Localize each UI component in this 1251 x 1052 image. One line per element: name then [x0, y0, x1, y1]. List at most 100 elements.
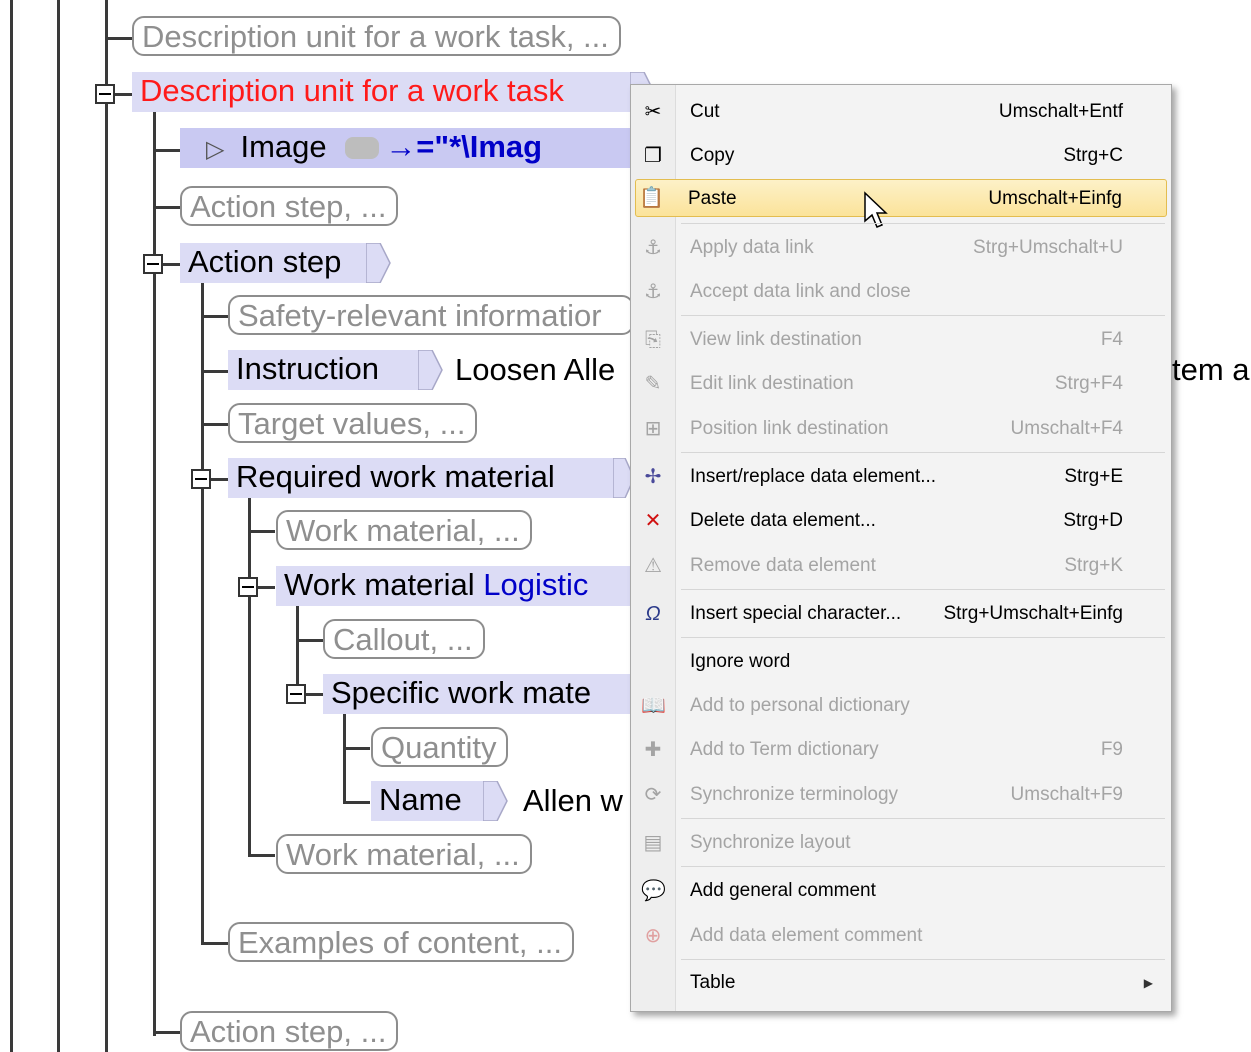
node-attribute: →="*\Imag — [385, 129, 543, 164]
view-link-icon: ⎘ — [645, 329, 661, 351]
node-link-text: Logistic — [483, 567, 589, 602]
omega-icon: Ω — [645, 603, 661, 625]
node-label: Description unit for a work task — [140, 73, 564, 108]
element-tail-icon — [483, 781, 508, 821]
mouse-cursor-icon — [864, 191, 888, 228]
tree-line — [153, 112, 156, 1036]
node-label: Safety-relevant informatior — [238, 298, 602, 333]
margin-bar — [10, 0, 13, 1052]
submenu-arrow-icon: ▶ — [1143, 976, 1153, 990]
menu-separator — [681, 223, 1165, 224]
node-image[interactable]: ▷ Image →="*\Imag — [180, 128, 635, 168]
menu-item-add-term-dictionary[interactable]: ✚ Add to Term dictionary F9 — [635, 731, 1167, 769]
menu-item-delete-element[interactable]: ✕ Delete data element... Strg+D — [635, 502, 1167, 540]
node-action-step[interactable]: Action step — [180, 243, 366, 283]
collapse-toggle-icon[interactable] — [286, 684, 306, 704]
menu-item-label: View link destination — [690, 329, 862, 350]
menu-item-label: Accept data link and close — [690, 281, 911, 302]
placeholder-quantity[interactable]: Quantity — [371, 727, 509, 767]
menu-separator — [681, 589, 1165, 590]
menu-item-add-personal-dictionary[interactable]: 📖 Add to personal dictionary — [635, 687, 1167, 725]
placeholder-work-material[interactable]: Work material, ... — [276, 834, 532, 874]
menu-item-paste[interactable]: 📋 Paste Umschalt+Einfg — [635, 179, 1167, 217]
placeholder-action-step[interactable]: Action step, ... — [180, 1011, 399, 1051]
term-dictionary-icon: ✚ — [644, 739, 662, 761]
menu-item-label: Ignore word — [690, 651, 791, 672]
placeholder-callout[interactable]: Callout, ... — [323, 619, 485, 659]
menu-item-label: Add to personal dictionary — [690, 695, 910, 716]
menu-item-add-element-comment[interactable]: ⊕ Add data element comment — [635, 917, 1167, 955]
menu-item-sync-layout[interactable]: ▤ Synchronize layout — [635, 824, 1167, 862]
node-description-unit[interactable]: Description unit for a work task — [132, 72, 630, 112]
menu-item-sync-terminology[interactable]: ⟳ Synchronize terminology Umschalt+F9 — [635, 776, 1167, 814]
node-instruction[interactable]: Instruction — [228, 350, 418, 390]
name-text[interactable]: Allen w — [523, 781, 623, 821]
node-work-material[interactable]: Work material Logistic — [276, 566, 634, 606]
menu-item-accept-data-link[interactable]: ⚓ Accept data link and close — [635, 273, 1167, 311]
menu-item-edit-link[interactable]: ✎ Edit link destination Strg+F4 — [635, 365, 1167, 403]
instruction-text-continued[interactable]: tem a — [1172, 350, 1250, 390]
tree-line — [201, 315, 228, 318]
general-comment-icon: 💬 — [641, 880, 666, 902]
placeholder-safety-information[interactable]: Safety-relevant informatior — [228, 295, 634, 335]
placeholder-work-material[interactable]: Work material, ... — [276, 510, 532, 550]
menu-item-shortcut: Strg+K — [1064, 555, 1123, 576]
data-link-close-icon: ⚓ — [644, 281, 662, 303]
menu-item-label: Delete data element... — [690, 510, 876, 531]
menu-item-remove-element[interactable]: ⚠ Remove data element Strg+K — [635, 547, 1167, 585]
data-link-icon: ⚓ — [644, 237, 662, 259]
menu-item-label: Apply data link — [690, 237, 814, 258]
menu-item-ignore-word[interactable]: Ignore word — [635, 643, 1167, 681]
menu-separator — [681, 866, 1165, 867]
menu-item-table[interactable]: Table ▶ — [635, 964, 1167, 1002]
collapse-toggle-icon[interactable] — [191, 469, 211, 489]
menu-item-label: Copy — [690, 145, 735, 166]
node-required-work-material[interactable]: Required work material — [228, 458, 613, 498]
context-menu: ✂ Cut Umschalt+Entf ❐ Copy Strg+C 📋 Past… — [630, 84, 1172, 1012]
remove-element-icon: ⚠ — [644, 555, 662, 577]
node-label: Image — [240, 129, 327, 164]
menu-item-label: Insert special character... — [690, 603, 902, 624]
tree-line — [343, 801, 370, 804]
menu-item-shortcut: Strg+C — [1063, 145, 1123, 166]
collapse-toggle-icon[interactable] — [143, 254, 163, 274]
placeholder-description-unit[interactable]: Description unit for a work task, ... — [132, 16, 621, 56]
menu-item-copy[interactable]: ❐ Copy Strg+C — [635, 137, 1167, 175]
menu-item-label: Add general comment — [690, 880, 876, 901]
menu-item-position-link[interactable]: ⊞ Position link destination Umschalt+F4 — [635, 410, 1167, 448]
instruction-text[interactable]: Loosen Alle — [455, 350, 615, 390]
menu-item-shortcut: Strg+F4 — [1054, 373, 1123, 394]
menu-item-label: Synchronize terminology — [690, 784, 899, 805]
menu-item-insert-element[interactable]: ✢ Insert/replace data element... Strg+E — [635, 458, 1167, 496]
tree-line — [153, 206, 180, 209]
node-name[interactable]: Name — [371, 781, 483, 821]
menu-item-label: Paste — [688, 188, 737, 209]
tree-line — [153, 1031, 180, 1034]
copy-icon: ❐ — [644, 145, 662, 167]
node-label: Description unit for a work task, ... — [142, 19, 609, 54]
sync-layout-icon: ▤ — [643, 832, 663, 854]
element-tail-icon — [366, 243, 391, 283]
node-specific-work-material[interactable]: Specific work mate — [323, 674, 634, 714]
menu-item-label: Add data element comment — [690, 925, 923, 946]
node-label: Examples of content, ... — [238, 925, 562, 960]
position-link-icon: ⊞ — [644, 418, 662, 440]
menu-item-cut[interactable]: ✂ Cut Umschalt+Entf — [635, 93, 1167, 131]
paste-icon: 📋 — [639, 187, 664, 209]
tree-line — [201, 423, 228, 426]
menu-item-apply-data-link[interactable]: ⚓ Apply data link Strg+Umschalt+U — [635, 229, 1167, 267]
link-chain-icon — [345, 137, 380, 159]
menu-separator — [681, 315, 1165, 316]
menu-item-insert-special-character[interactable]: Ω Insert special character... Strg+Umsch… — [635, 595, 1167, 633]
menu-item-add-general-comment[interactable]: 💬 Add general comment — [635, 872, 1167, 910]
placeholder-examples-of-content[interactable]: Examples of content, ... — [228, 922, 574, 962]
menu-separator — [681, 959, 1165, 960]
placeholder-target-values[interactable]: Target values, ... — [228, 403, 478, 443]
menu-item-view-link[interactable]: ⎘ View link destination F4 — [635, 321, 1167, 359]
menu-item-label: Edit link destination — [690, 373, 854, 394]
collapse-toggle-icon[interactable] — [95, 84, 115, 104]
collapse-toggle-icon[interactable] — [238, 577, 258, 597]
tree-line — [296, 605, 299, 695]
personal-dictionary-icon: 📖 — [641, 695, 666, 717]
placeholder-action-step[interactable]: Action step, ... — [180, 186, 399, 226]
